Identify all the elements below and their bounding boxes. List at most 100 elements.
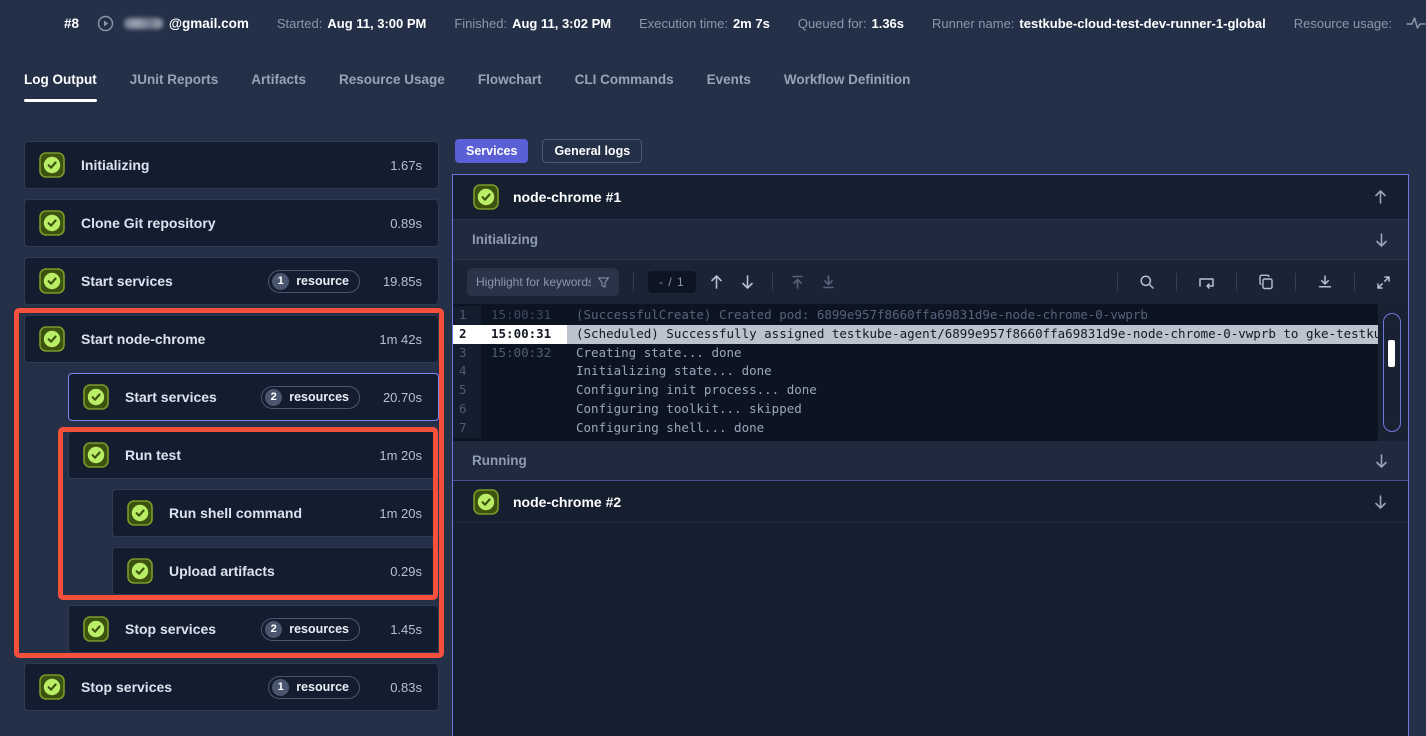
copy-icon[interactable]	[1255, 274, 1277, 290]
tab-junit-reports[interactable]: JUnit Reports	[130, 72, 219, 102]
step-duration: 1m 20s	[376, 506, 422, 521]
step-label: Run test	[125, 447, 360, 463]
search-icon[interactable]	[1136, 274, 1158, 290]
step-card-start-services-nested[interactable]: Start services 2 resources 20.70s	[68, 373, 439, 421]
previous-match-icon[interactable]	[706, 274, 727, 290]
resource-usage-label: Resource usage:	[1294, 16, 1392, 31]
line-timestamp	[481, 381, 567, 400]
step-card-run-shell-command[interactable]: Run shell command 1m 20s	[112, 489, 439, 537]
step-card-initializing[interactable]: Initializing 1.67s	[24, 141, 439, 189]
word-wrap-icon[interactable]	[1195, 275, 1218, 290]
log-line-7[interactable]: 7Configuring shell... done	[453, 419, 1378, 438]
step-label: Initializing	[81, 157, 360, 173]
step-duration: 1m 42s	[376, 332, 422, 347]
tab-events[interactable]: Events	[707, 72, 751, 102]
toolbar-divider	[772, 273, 773, 291]
step-label: Start services	[81, 273, 252, 289]
line-text: Configuring init process... done	[567, 381, 1378, 400]
section-initializing[interactable]: Initializing	[453, 220, 1408, 260]
toolbar-divider	[1117, 273, 1118, 291]
next-match-icon[interactable]	[737, 274, 758, 290]
tab-workflow-definition[interactable]: Workflow Definition	[784, 72, 911, 102]
line-timestamp: 15:00:31	[481, 325, 567, 344]
step-label: Clone Git repository	[81, 215, 360, 231]
tab-resource-usage[interactable]: Resource Usage	[339, 72, 445, 102]
section-label: Running	[472, 453, 1374, 468]
step-label: Stop services	[125, 621, 245, 637]
step-card-start-services[interactable]: Start services 1 resource 19.85s	[24, 257, 439, 305]
log-scrollbar-track[interactable]	[1383, 313, 1401, 432]
step-duration: 1.67s	[376, 158, 422, 173]
toolbar-divider	[633, 273, 634, 291]
log-line-2-highlighted[interactable]: 215:00:31(Scheduled) Successfully assign…	[453, 325, 1378, 344]
expand-service-icon[interactable]	[1373, 494, 1388, 510]
queued-label: Queued for:	[798, 16, 867, 31]
line-text: (Scheduled) Successfully assigned testku…	[567, 325, 1378, 344]
step-card-clone-git-repository[interactable]: Clone Git repository 0.89s	[24, 199, 439, 247]
step-card-run-test[interactable]: Run test 1m 20s	[68, 431, 439, 479]
step-card-stop-services-nested[interactable]: Stop services 2 resources 1.45s	[68, 605, 439, 653]
service-title: node-chrome #1	[513, 189, 1359, 205]
tab-flowchart[interactable]: Flowchart	[478, 72, 542, 102]
redacted-email	[124, 18, 163, 29]
step-duration: 20.70s	[376, 390, 422, 405]
status-passed-icon	[473, 184, 499, 210]
step-label: Stop services	[81, 679, 252, 695]
finished-meta: Finished:Aug 11, 3:02 PM	[454, 16, 611, 31]
status-passed-icon	[83, 384, 109, 410]
download-icon[interactable]	[1314, 274, 1336, 290]
tab-artifacts[interactable]: Artifacts	[251, 72, 306, 102]
status-passed-icon	[83, 442, 109, 468]
step-label: Run shell command	[169, 505, 360, 521]
execution-header: #8 @gmail.com Started:Aug 11, 3:00 PM Fi…	[0, 0, 1426, 46]
log-line-4[interactable]: 4Initializing state... done	[453, 362, 1378, 381]
line-number: 7	[453, 419, 481, 438]
toolbar-divider	[1176, 273, 1177, 291]
expand-section-icon[interactable]	[1374, 453, 1389, 469]
scroll-to-top-icon[interactable]	[787, 274, 808, 290]
tab-log-output[interactable]: Log Output	[24, 72, 97, 102]
log-toolbar: - / 1	[453, 260, 1408, 304]
status-passed-icon	[39, 210, 65, 236]
expand-section-icon[interactable]	[1374, 232, 1389, 248]
step-card-upload-artifacts[interactable]: Upload artifacts 0.29s	[112, 547, 439, 595]
log-line-1[interactable]: 115:00:31(SuccessfulCreate) Created pod:…	[453, 306, 1378, 325]
log-line-3[interactable]: 315:00:32Creating state... done	[453, 344, 1378, 363]
line-number: 5	[453, 381, 481, 400]
keyword-highlight-box[interactable]	[467, 268, 619, 296]
finished-label: Finished:	[454, 16, 507, 31]
resource-word: resources	[289, 390, 349, 404]
step-label: Start services	[125, 389, 245, 405]
pill-general-logs[interactable]: General logs	[542, 139, 642, 163]
log-scrollbar-thumb[interactable]	[1388, 340, 1395, 367]
line-text: Initializing state... done	[567, 362, 1378, 381]
workflow-steps-panel: Initializing 1.67s Clone Git repository …	[24, 141, 439, 721]
resource-count-badge: 2 resources	[261, 618, 360, 641]
collapse-service-icon[interactable]	[1373, 189, 1388, 205]
step-duration: 1m 20s	[376, 448, 422, 463]
service-header-node-chrome-1[interactable]: node-chrome #1	[453, 175, 1408, 220]
line-timestamp	[481, 419, 567, 438]
scroll-to-bottom-icon[interactable]	[818, 274, 839, 290]
log-output-area: 115:00:31(SuccessfulCreate) Created pod:…	[453, 304, 1408, 441]
pill-services[interactable]: Services	[455, 139, 528, 163]
line-timestamp: 15:00:31	[481, 306, 567, 325]
log-line-5[interactable]: 5 Configuring init process... done	[453, 381, 1378, 400]
resource-count: 1	[272, 679, 289, 696]
log-line-6[interactable]: 6Configuring toolkit... skipped	[453, 400, 1378, 419]
tab-cli-commands[interactable]: CLI Commands	[575, 72, 674, 102]
resource-word: resource	[296, 274, 349, 288]
step-duration: 0.29s	[376, 564, 422, 579]
log-toolbar-actions	[1113, 273, 1394, 291]
step-card-stop-services[interactable]: Stop services 1 resource 0.83s	[24, 663, 439, 711]
fullscreen-expand-icon[interactable]	[1373, 275, 1394, 290]
log-lines: 115:00:31(SuccessfulCreate) Created pod:…	[453, 306, 1378, 438]
line-number: 1	[453, 306, 481, 325]
section-running[interactable]: Running	[453, 441, 1408, 481]
keyword-highlight-input[interactable]	[476, 275, 591, 289]
step-card-start-node-chrome[interactable]: Start node-chrome 1m 42s	[24, 315, 439, 363]
resource-count-badge: 1 resource	[268, 676, 360, 699]
resource-usage-waveform-icon[interactable]	[1406, 15, 1426, 31]
resource-count: 2	[265, 621, 282, 638]
service-header-node-chrome-2[interactable]: node-chrome #2	[453, 481, 1408, 523]
